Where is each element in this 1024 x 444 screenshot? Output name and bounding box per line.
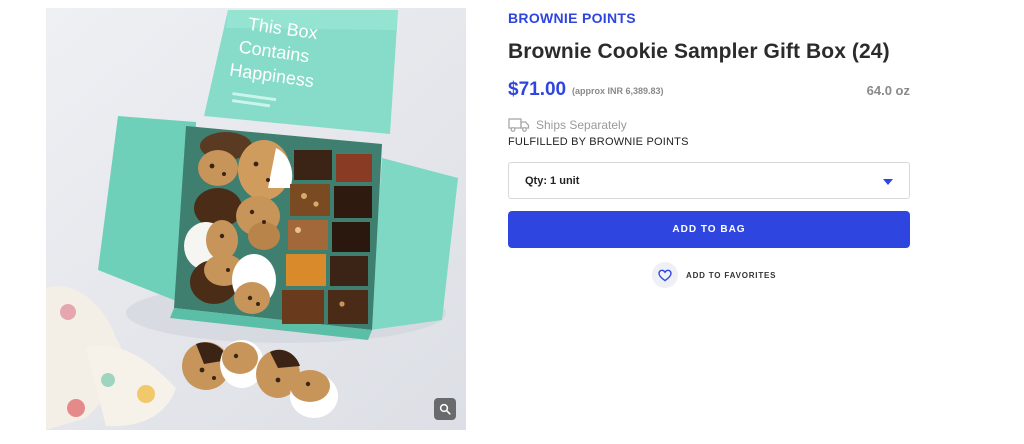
- zoom-button[interactable]: [434, 398, 456, 420]
- quantity-value: Qty: 1 unit: [525, 175, 580, 187]
- add-to-bag-button[interactable]: ADD TO BAG: [508, 211, 910, 248]
- magnify-icon: [439, 403, 451, 415]
- loose-cookies: [182, 340, 338, 418]
- product-image[interactable]: This Box Contains Happiness: [46, 8, 466, 430]
- quantity-select[interactable]: Qty: 1 unit: [508, 162, 910, 199]
- shipping-info: Ships Separately: [508, 117, 627, 132]
- chevron-down-icon: [883, 179, 893, 185]
- product-title: Brownie Cookie Sampler Gift Box (24): [508, 40, 890, 63]
- brand-link[interactable]: BROWNIE POINTS: [508, 10, 636, 26]
- heart-icon: [658, 269, 672, 281]
- price: $71.00: [508, 79, 567, 100]
- heart-button: [652, 262, 678, 288]
- fulfilled-by-text: FULFILLED BY BROWNIE POINTS: [508, 136, 689, 148]
- product-photo: This Box Contains Happiness: [46, 10, 458, 430]
- add-to-favorites-button[interactable]: ADD TO FAVORITES: [652, 262, 776, 288]
- price-row: $71.00 (approx INR 6,389.83) 64.0 oz: [508, 79, 910, 105]
- ships-separately-text: Ships Separately: [536, 117, 627, 132]
- truck-icon: [508, 118, 530, 132]
- product-weight: 64.0 oz: [866, 83, 910, 98]
- favorites-label: ADD TO FAVORITES: [686, 270, 777, 280]
- approx-price: (approx INR 6,389.83): [572, 86, 664, 96]
